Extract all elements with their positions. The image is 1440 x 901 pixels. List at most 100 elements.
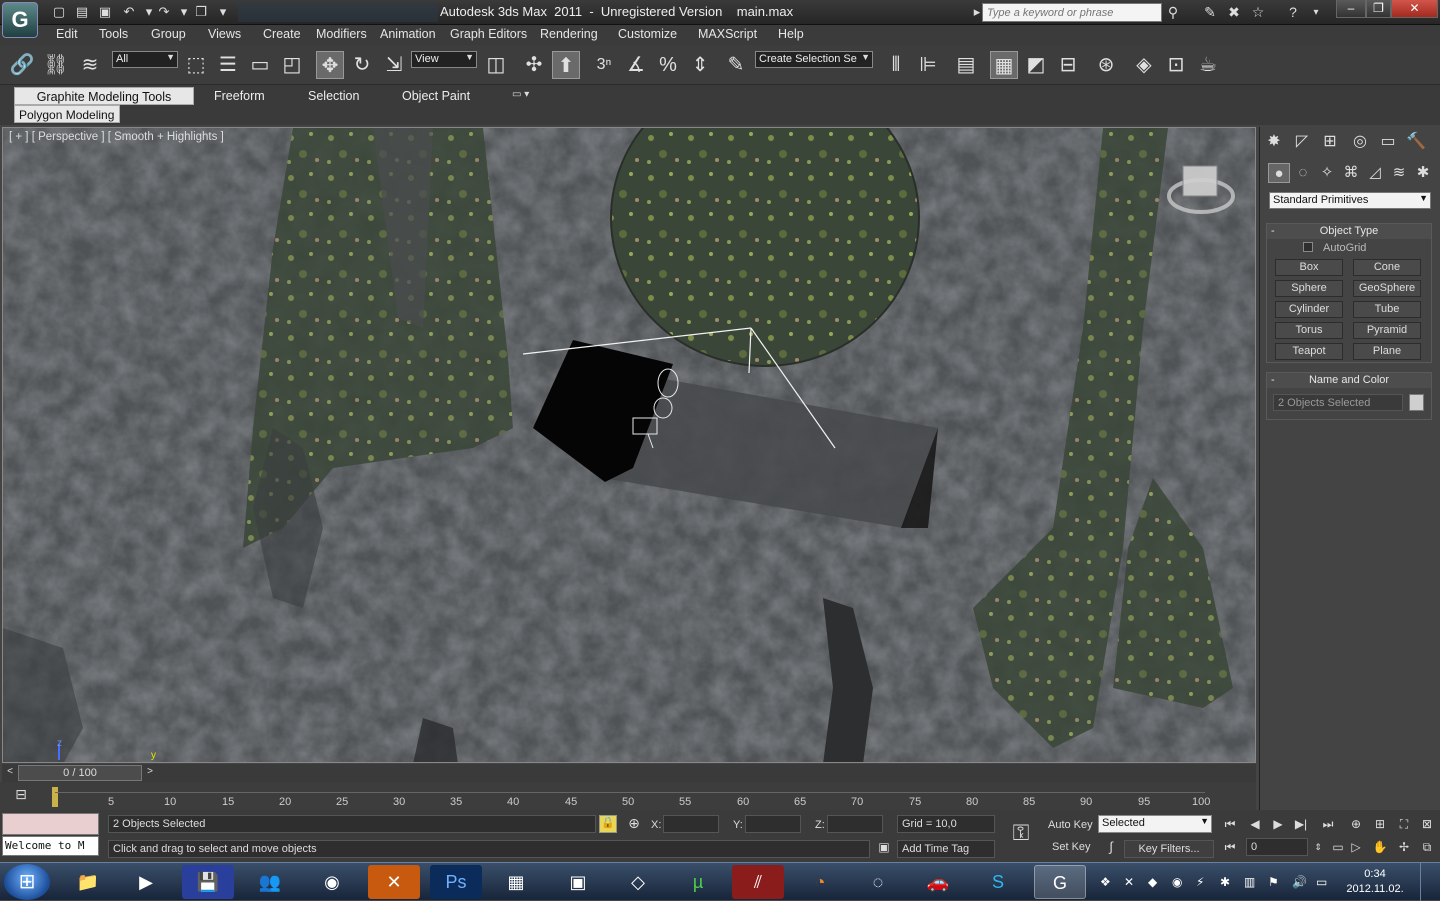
select-and-rotate-icon[interactable]: ↻: [348, 51, 376, 79]
go-to-end-icon[interactable]: ⏭: [1318, 815, 1338, 833]
plane-button[interactable]: Plane: [1353, 343, 1421, 360]
cylinder-button[interactable]: Cylinder: [1275, 301, 1343, 318]
ribbon-options-icon[interactable]: ▭ ▾: [512, 89, 529, 100]
add-time-tag-button[interactable]: Add Time Tag: [897, 840, 995, 858]
taskbar-3dsmax-icon[interactable]: G: [1034, 865, 1086, 899]
tray-nvidia-icon[interactable]: ◉: [1172, 875, 1182, 889]
undo-icon[interactable]: ↶: [120, 4, 138, 20]
taskbar-monitor-icon[interactable]: ▣: [552, 865, 604, 899]
play-icon[interactable]: ▶: [1268, 815, 1288, 833]
redo-dropdown-icon[interactable]: ▾: [175, 4, 193, 20]
taskbar-calculator-icon[interactable]: ▦: [490, 865, 542, 899]
taskbar-photoshop-icon[interactable]: Ps: [430, 865, 482, 899]
space-warps-icon[interactable]: ≋: [1388, 163, 1410, 183]
mini-curve-editor-icon[interactable]: ⊟: [10, 786, 32, 806]
menu-create[interactable]: Create: [263, 27, 301, 41]
shapes-icon[interactable]: ◌: [1292, 163, 1314, 183]
panel-polygon-modeling[interactable]: Polygon Modeling: [14, 105, 120, 123]
absolute-mode-icon[interactable]: ⊕: [624, 815, 644, 833]
communication-icon[interactable]: ✖: [1224, 3, 1244, 22]
maxscript-mini-listener[interactable]: Welcome to M: [2, 836, 99, 856]
select-and-link-icon[interactable]: 🔗: [8, 51, 36, 79]
taskbar-save-app-icon[interactable]: 💾: [182, 865, 234, 899]
object-type-header[interactable]: - Object Type: [1267, 224, 1431, 239]
tray-display-icon[interactable]: ▭: [1316, 875, 1327, 889]
sphere-button[interactable]: Sphere: [1275, 280, 1343, 297]
menu-graph-editors[interactable]: Graph Editors: [450, 27, 527, 41]
percent-snap-icon[interactable]: %: [654, 51, 682, 79]
tube-button[interactable]: Tube: [1353, 301, 1421, 318]
selection-lock-icon[interactable]: 🔒: [599, 815, 617, 833]
keyboard-shortcut-override-icon[interactable]: ⬆: [552, 51, 580, 79]
select-object-icon[interactable]: ⬚: [182, 51, 210, 79]
edit-named-selection-icon[interactable]: ✎: [722, 51, 750, 79]
minimize-button[interactable]: –: [1336, 0, 1366, 18]
object-name-field[interactable]: 2 Objects Selected: [1273, 394, 1403, 411]
tray-bluetooth-icon[interactable]: ✱: [1220, 875, 1230, 889]
taskbar-app-stripes-icon[interactable]: ⫽: [732, 865, 784, 899]
curve-editor-icon[interactable]: ◩: [1022, 51, 1050, 79]
zoom-extents-all-icon[interactable]: ⊠: [1417, 815, 1437, 833]
time-slider-thumb[interactable]: 0 / 100: [18, 765, 142, 781]
maxscript-mini-listener-top[interactable]: [2, 813, 99, 835]
unlink-icon[interactable]: ⛓: [42, 51, 70, 79]
autogrid-checkbox[interactable]: [1303, 242, 1313, 252]
cameras-icon[interactable]: ⌘: [1340, 163, 1362, 183]
tab-object-paint[interactable]: Object Paint: [394, 87, 478, 105]
pivot-center-icon[interactable]: ◫: [482, 51, 510, 79]
reference-coordinate-dropdown[interactable]: View ▼: [411, 51, 477, 68]
time-prev-icon[interactable]: <: [4, 766, 16, 780]
time-next-icon[interactable]: >: [144, 766, 156, 780]
tab-graphite-modeling-tools[interactable]: Graphite Modeling Tools: [14, 87, 194, 105]
helpers-icon[interactable]: ◿: [1364, 163, 1386, 183]
taskbar-car-icon[interactable]: 🚗: [912, 865, 964, 899]
pan-view-icon[interactable]: ✋: [1370, 838, 1390, 856]
current-frame-field[interactable]: 0: [1246, 838, 1308, 856]
time-configuration-icon[interactable]: ▭: [1328, 838, 1348, 856]
menu-rendering[interactable]: Rendering: [540, 27, 598, 41]
previous-frame-icon[interactable]: ◀: [1245, 815, 1265, 833]
hierarchy-tab-icon[interactable]: ⊞: [1318, 131, 1342, 153]
select-and-move-icon[interactable]: ✥: [316, 51, 344, 79]
start-button[interactable]: ⊞: [4, 864, 50, 900]
save-file-icon[interactable]: ▣: [96, 4, 114, 20]
key-filters-button[interactable]: Key Filters...: [1124, 840, 1214, 858]
zoom-extents-icon[interactable]: ⛶: [1394, 815, 1414, 833]
binoculars-icon[interactable]: ⚲: [1163, 3, 1183, 22]
key-mode-dropdown[interactable]: Selected ▼: [1098, 815, 1212, 833]
render-setup-icon[interactable]: ◈: [1130, 51, 1158, 79]
tray-xfire-icon[interactable]: ✕: [1124, 875, 1134, 889]
next-frame-icon[interactable]: ▶|: [1291, 815, 1311, 833]
orbit-icon[interactable]: ✢: [1394, 838, 1414, 856]
tab-freeform[interactable]: Freeform: [206, 87, 273, 105]
tray-network-icon[interactable]: ▥: [1244, 875, 1255, 889]
modify-tab-icon[interactable]: ◸: [1290, 131, 1314, 153]
current-frame-marker[interactable]: [52, 787, 58, 807]
spinner-snap-icon[interactable]: ⇕: [686, 51, 714, 79]
viewport-label[interactable]: [ + ] [ Perspective ] [ Smooth + Highlig…: [9, 131, 224, 143]
application-button[interactable]: G: [2, 2, 38, 38]
menu-help[interactable]: Help: [778, 27, 804, 41]
default-tangent-icon[interactable]: ∫: [1100, 839, 1122, 857]
tray-volume-icon[interactable]: 🔊: [1292, 875, 1307, 889]
category-dropdown[interactable]: Standard Primitives ▼: [1269, 192, 1431, 209]
name-and-color-header[interactable]: - Name and Color: [1267, 373, 1431, 388]
time-tag-icon[interactable]: ▣: [874, 840, 894, 858]
lights-icon[interactable]: ✧: [1316, 163, 1338, 183]
perspective-viewport[interactable]: [ + ] [ Perspective ] [ Smooth + Highlig…: [2, 127, 1256, 763]
new-file-icon[interactable]: ▢: [50, 4, 68, 20]
show-desktop-button[interactable]: [1420, 863, 1440, 901]
maximize-viewport-icon[interactable]: ⧉: [1417, 838, 1437, 856]
taskbar-chrome-icon[interactable]: ◉: [306, 865, 358, 899]
menu-animation[interactable]: Animation: [380, 27, 436, 41]
menu-views[interactable]: Views: [208, 27, 241, 41]
systems-icon[interactable]: ✱: [1412, 163, 1434, 183]
help-icon[interactable]: ?: [1283, 3, 1303, 22]
window-crossing-icon[interactable]: ◰: [278, 51, 306, 79]
taskbar-unity-icon[interactable]: ◇: [612, 865, 664, 899]
schematic-view-icon[interactable]: ⊟: [1054, 51, 1082, 79]
favorites-star-icon[interactable]: ☆: [1248, 3, 1268, 22]
geosphere-button[interactable]: GeoSphere: [1353, 280, 1421, 297]
named-selection-dropdown[interactable]: Create Selection Se ▼: [755, 51, 873, 68]
taskbar-media-player-icon[interactable]: ▶: [120, 865, 172, 899]
